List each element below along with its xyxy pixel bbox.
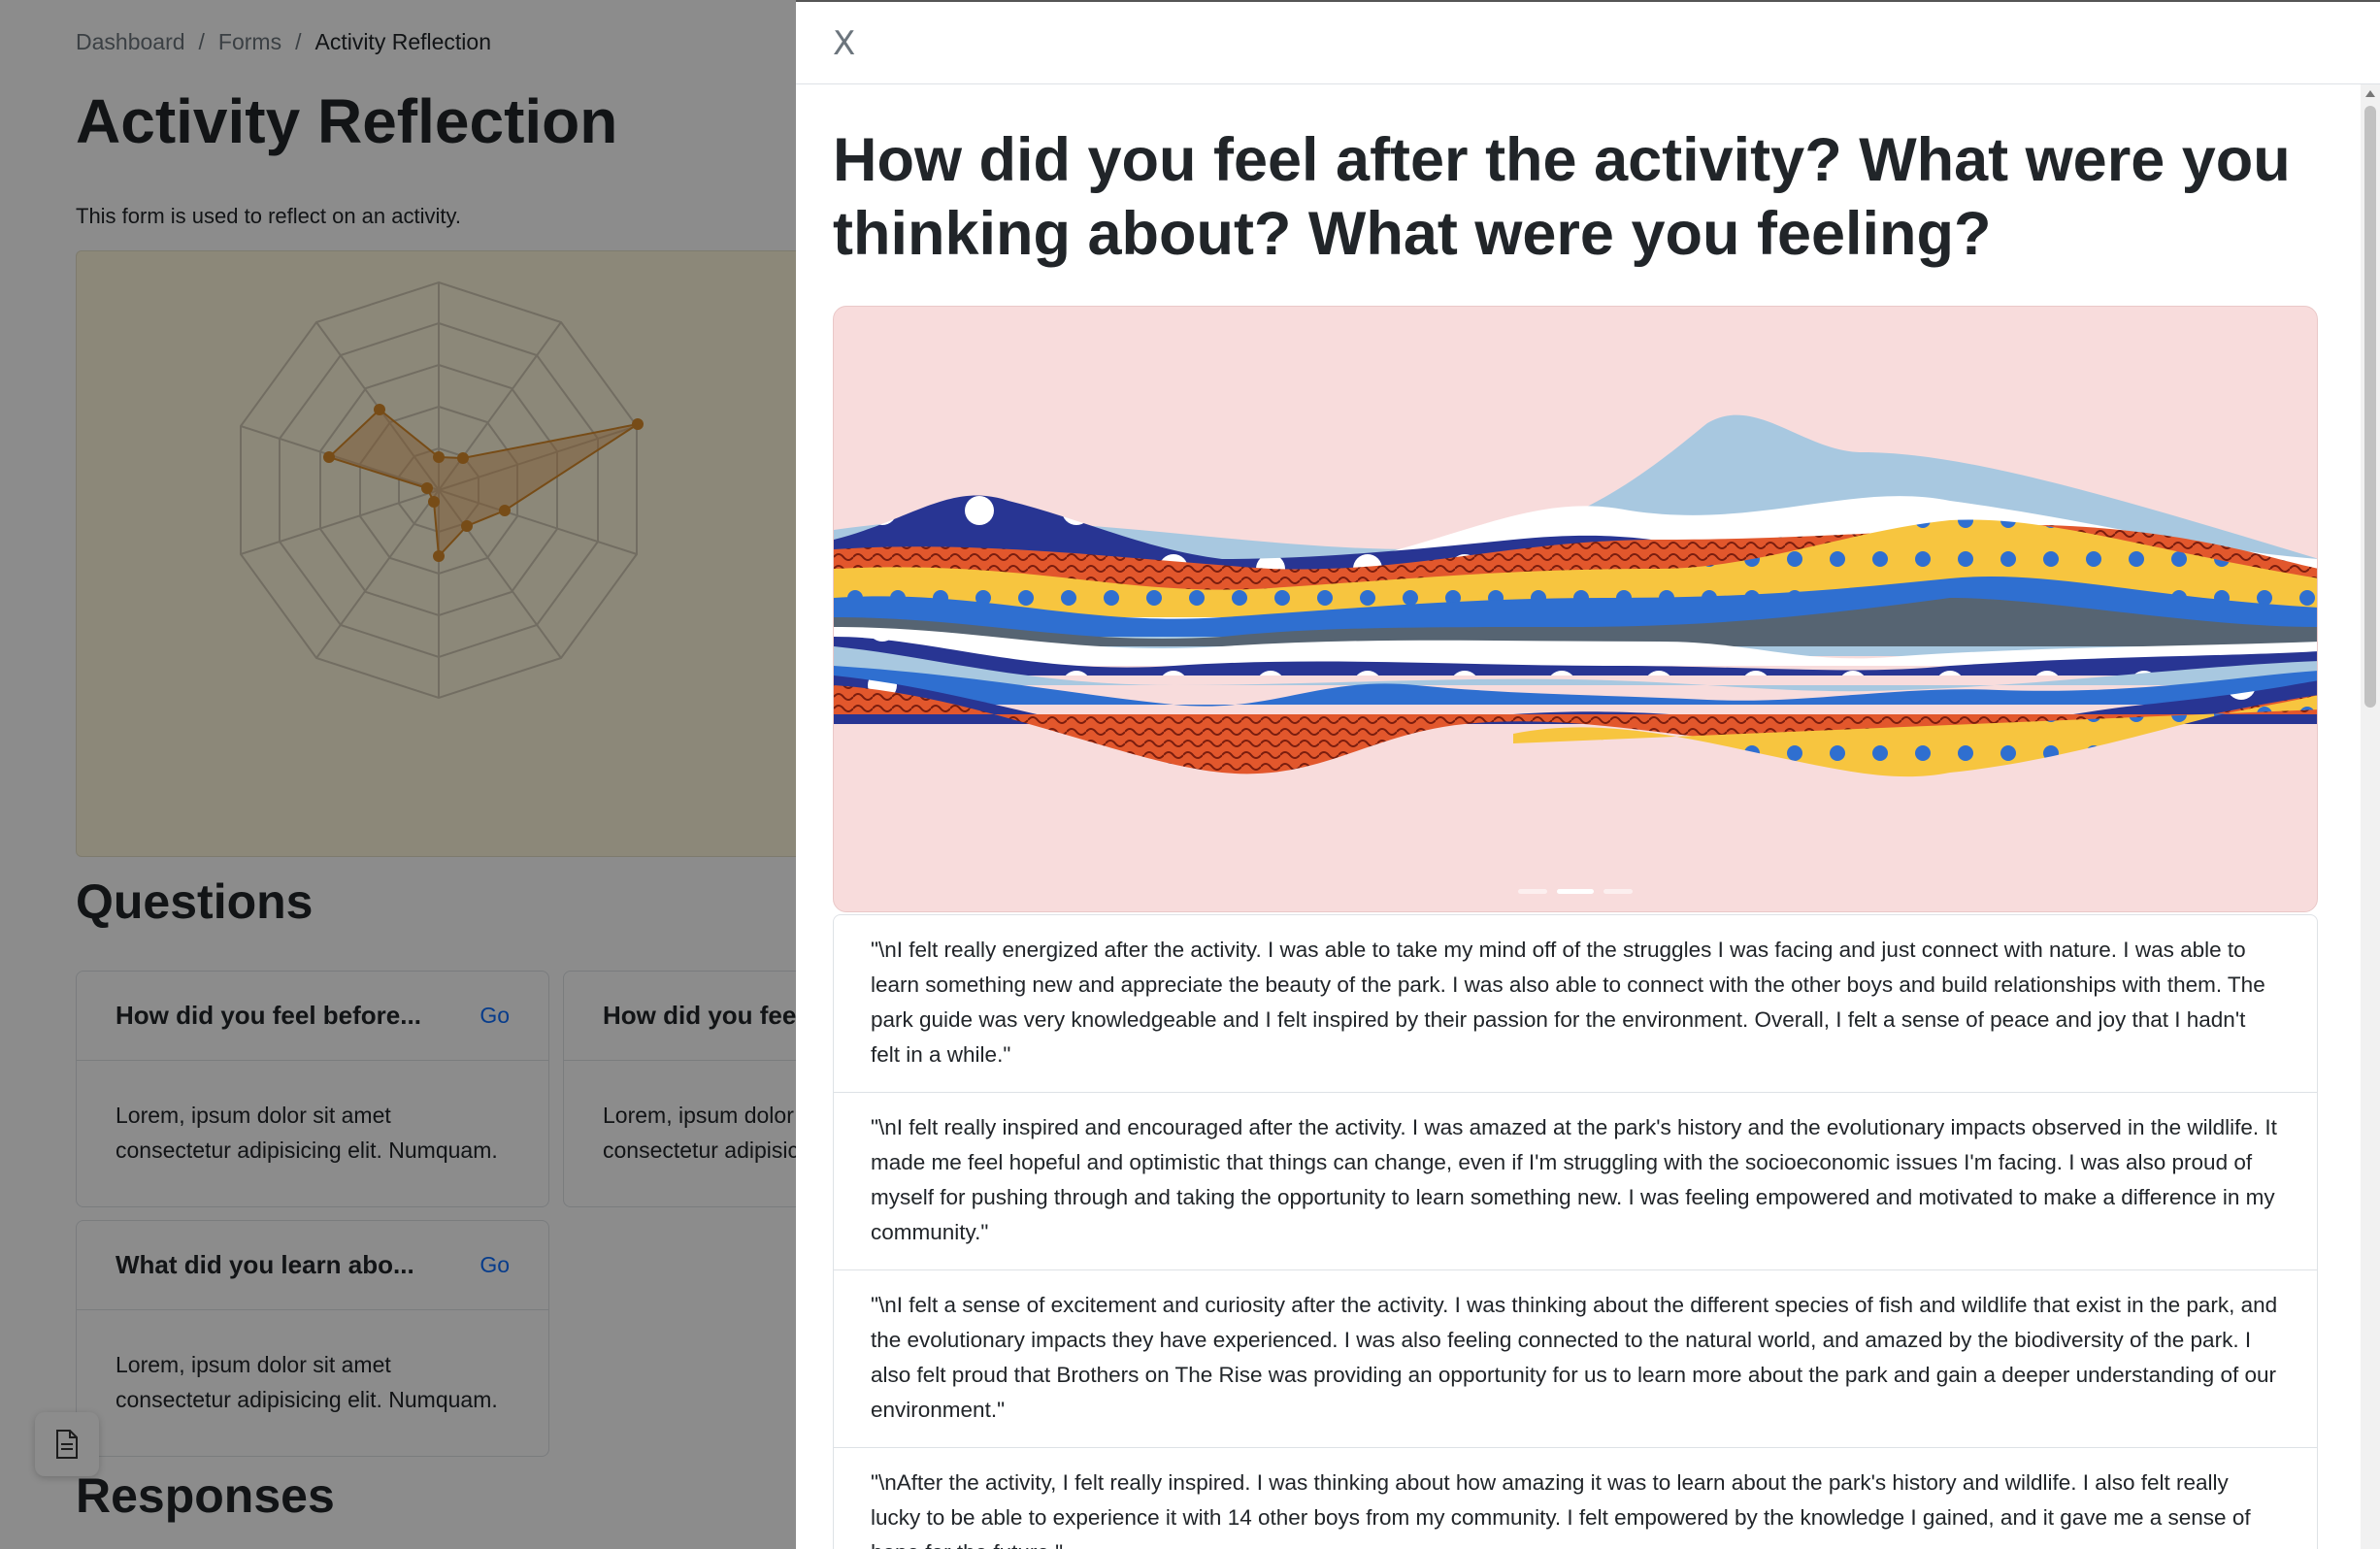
response-item: "\nAfter the activity, I felt really ins… xyxy=(834,1448,2317,1549)
carousel-image[interactable] xyxy=(833,306,2318,912)
modal-backdrop[interactable] xyxy=(0,0,796,1549)
scroll-up-arrow-icon[interactable] xyxy=(2365,90,2375,97)
panel-title: How did you feel after the activity? Wha… xyxy=(833,126,2291,268)
scrollbar-thumb[interactable] xyxy=(2364,106,2376,708)
panel-scrollbar[interactable] xyxy=(2361,84,2380,1549)
response-item: "\nI felt a sense of excitement and curi… xyxy=(834,1270,2317,1448)
response-item: "\nI felt really energized after the act… xyxy=(834,915,2317,1093)
carousel-indicator-active[interactable] xyxy=(1557,889,1594,894)
question-detail-panel: X How did you feel after the activity? W… xyxy=(796,0,2380,1549)
panel-body: How did you feel after the activity? Wha… xyxy=(833,84,2318,1549)
abstract-waves-illustration xyxy=(834,414,2317,777)
carousel-indicator[interactable] xyxy=(1603,889,1633,894)
panel-header: X xyxy=(796,2,2380,84)
carousel-indicator[interactable] xyxy=(1518,889,1547,894)
responses-list: "\nI felt really energized after the act… xyxy=(833,914,2318,1549)
close-button[interactable]: X xyxy=(833,25,855,62)
response-item: "\nI felt really inspired and encouraged… xyxy=(834,1093,2317,1270)
carousel-indicators xyxy=(834,889,2317,894)
